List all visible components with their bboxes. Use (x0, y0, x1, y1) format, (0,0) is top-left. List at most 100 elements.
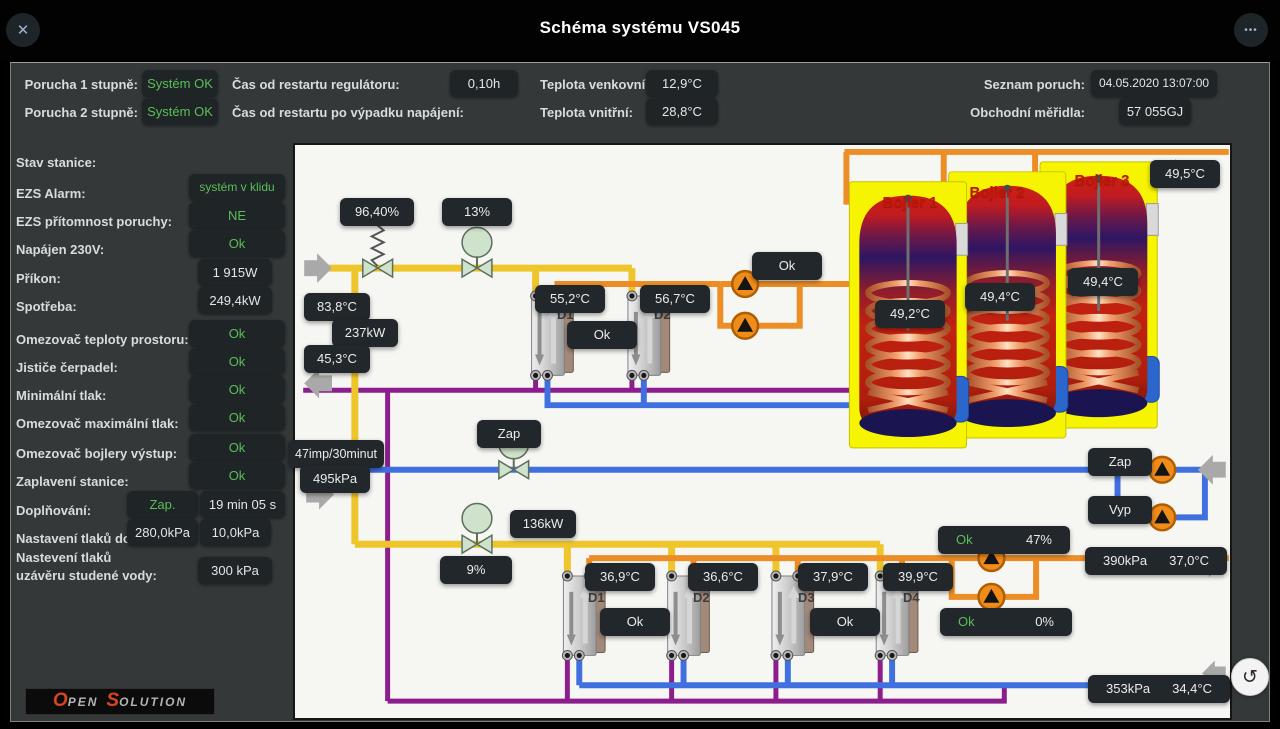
boiler-pumps-status-label: Ok (752, 252, 822, 280)
omezovac-bojlery-value: Ok (189, 434, 285, 461)
logo-letter-s: S (106, 691, 119, 710)
primary-power-label: 237kW (332, 319, 398, 347)
hx-low4-temp-label: 39,9°C (883, 563, 953, 591)
omezovac-teploty-label: Omezovač teploty prostoru: (16, 327, 189, 353)
hx-lower-3-tag: D3 (798, 590, 815, 605)
teplota-vnitrni-label: Teplota vnitřní: (540, 100, 633, 126)
refresh-button[interactable]: ↺ (1231, 658, 1269, 696)
secondary-power-label: 136kW (510, 510, 576, 538)
cas-regulator-label: Čas od restartu regulátoru: (232, 72, 400, 98)
circulation-pump-2[interactable] (978, 584, 1004, 610)
return-pressure: 353kPa (1106, 675, 1150, 703)
min-tlak-label: Minimální tlak: (16, 383, 106, 409)
logo-word-pen: PEN (68, 695, 99, 709)
refresh-icon: ↺ (1242, 666, 1258, 689)
omezovac-bojlery-label: Omezovač bojlery výstup: (16, 441, 177, 467)
pipes-yellow (313, 268, 880, 576)
spotreba-value: 249,4kW (198, 287, 272, 314)
boiler3-temp-label: 49,4°C (1068, 268, 1138, 296)
zaplaveni-value: Ok (189, 462, 285, 489)
obchodni-meridla-value: 57 055GJ (1119, 98, 1191, 125)
circ-pump1-status: Ok (956, 526, 973, 554)
hx-low3-temp-label: 37,9°C (798, 563, 868, 591)
valve-secondary-percent-label: 13% (442, 198, 512, 226)
hx-lower-1-tag: D1 (588, 590, 605, 605)
boiler-2-name: Bojler 2 (952, 184, 1042, 201)
boiler2-temp-label: 49,4°C (965, 283, 1035, 311)
right-pump2-status-label[interactable]: Vyp (1088, 496, 1152, 524)
nastaveni-uzaveru-value[interactable]: 300 kPa (198, 557, 272, 584)
doplnovani-time: 19 min 05 s (200, 491, 285, 518)
valve-primary-percent-label: 96,40% (340, 198, 414, 226)
ezs-porucha-label: EZS přítomnost poruchy: (16, 209, 172, 235)
valve-lower-percent-label: 9% (440, 556, 512, 584)
boiler1-temp-label: 49,2°C (875, 300, 945, 328)
zaplaveni-label: Zaplavení stanice: (16, 469, 129, 495)
flow-arrow-in-primary (304, 253, 332, 283)
boiler-1-name: Bojler 1 (865, 194, 955, 211)
seznam-poruch-label[interactable]: Seznam poruch: (960, 72, 1085, 98)
stav-stanice-label: Stav stanice: (16, 150, 96, 176)
circ-out-pressure: 390kPa (1103, 547, 1147, 575)
teplota-venkovni-value: 12,9°C (646, 70, 718, 97)
cold-valve-status-label[interactable]: Zap (477, 420, 541, 448)
right-pump1-status-label[interactable]: Zap (1088, 448, 1152, 476)
nastaveni-uzaveru-label-line1: Nastevení tlaků (16, 549, 157, 567)
ezs-alarm-label: EZS Alarm: (16, 181, 86, 207)
porucha1-value: Systém OK (142, 70, 218, 97)
jistice-value: Ok (189, 348, 285, 375)
circ-pump1-percent: 47% (1026, 526, 1052, 554)
circ-pump2-percent: 0% (1035, 608, 1054, 636)
nastaveni-tlaku-do-value2[interactable]: 10,0kPa (200, 519, 271, 546)
porucha2-label: Porucha 2 stupně: (16, 100, 138, 126)
right-pump-2[interactable] (1149, 504, 1175, 530)
napajen-value: Ok (189, 230, 285, 257)
logo-letter-o: O (53, 691, 68, 710)
porucha2-value: Systém OK (142, 98, 218, 125)
jistice-label: Jističe čerpadel: (16, 355, 118, 381)
cas-vypadku-label: Čas od restartu po výpadku napájení: (232, 100, 464, 126)
hx-lower-4-tag: D4 (903, 590, 920, 605)
nastaveni-tlaku-do-value1[interactable]: 280,0kPa (127, 519, 198, 546)
porucha1-label: Porucha 1 stupně: (16, 72, 138, 98)
return-box: 353kPa 34,4°C (1088, 675, 1230, 703)
titlebar: ✕ Schéma systému VS045 ••• (0, 0, 1280, 60)
napajen-label: Napájen 230V: (16, 237, 104, 263)
obchodni-meridla-label[interactable]: Obchodní měřidla: (960, 100, 1085, 126)
hx-low2-temp-label: 36,6°C (688, 563, 758, 591)
circ-out-temp: 37,0°C (1169, 547, 1209, 575)
boiler-pump-2[interactable] (732, 313, 758, 339)
schematic-svg (295, 145, 1230, 718)
schematic-canvas: D1 D2 D1 D2 D3 D4 Bojler 1 Bojler 2 Bojl… (293, 143, 1232, 720)
hx-low12-status-label: Ok (600, 608, 670, 636)
teplota-vnitrni-value: 28,8°C (646, 98, 718, 125)
ezs-porucha-value: NE (189, 202, 285, 229)
omezovac-max-tlak-label: Omezovač maximální tlak: (16, 411, 179, 437)
cas-regulator-value: 0,10h (450, 70, 518, 97)
doplnovani-state[interactable]: Zap. (127, 491, 198, 518)
nastaveni-uzaveru-label: Nastevení tlaků uzávěru studené vody: (16, 549, 157, 585)
primary-return-temp-label: 45,3°C (304, 345, 370, 373)
water-meter-label: 47imp/30minut (288, 440, 384, 468)
teplota-venkovni-label: Teplota venkovní: (540, 72, 650, 98)
hx2-temp-label: 56,7°C (640, 285, 710, 313)
ezs-alarm-value: systém v klidu (189, 174, 285, 201)
omezovac-max-tlak-value: Ok (189, 404, 285, 431)
seznam-poruch-value: 04.05.2020 13:07:00 (1091, 70, 1217, 97)
prikon-label: Příkon: (16, 266, 61, 292)
menu-button[interactable]: ••• (1234, 13, 1268, 47)
hx-low1-temp-label: 36,9°C (585, 563, 655, 591)
spotreba-label: Spotřeba: (16, 294, 77, 320)
return-temp: 34,4°C (1172, 675, 1212, 703)
right-pump-1[interactable] (1149, 457, 1175, 483)
nastaveni-uzaveru-label-line2: uzávěru studené vody: (16, 567, 157, 585)
outlet-temp-label: 49,5°C (1150, 160, 1220, 188)
circ-pump1-status-box: Ok 47% (938, 526, 1070, 554)
logo-word-olution: OLUTION (119, 695, 187, 709)
hx1-temp-label: 55,2°C (535, 285, 605, 313)
page-title: Schéma systému VS045 (0, 18, 1280, 38)
primary-in-temp-label: 83,8°C (304, 293, 370, 321)
circ-pump2-status-box: Ok0% (940, 608, 1072, 636)
omezovac-teploty-value: Ok (189, 320, 285, 347)
cold-pressure-label: 495kPa (300, 465, 370, 493)
